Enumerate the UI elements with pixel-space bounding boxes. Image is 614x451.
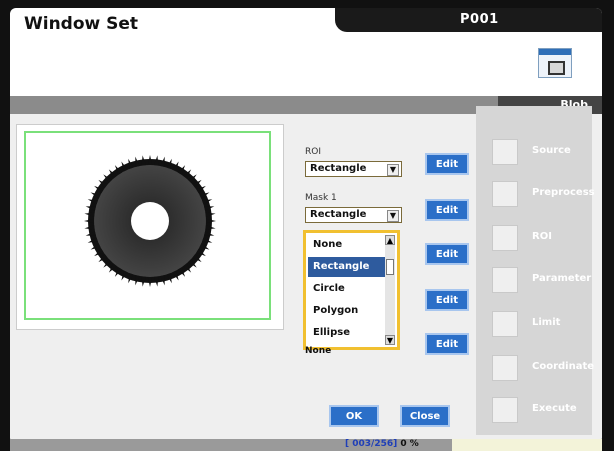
status-counter: [ 003/256] xyxy=(345,439,398,449)
mask4-edit-button[interactable]: Edit xyxy=(425,333,469,355)
close-button[interactable]: Close xyxy=(400,405,450,427)
sidebar-item-label: Parameter xyxy=(532,273,592,284)
chevron-down-icon: ▼ xyxy=(387,164,399,176)
mask-shape-dropdown[interactable]: None Rectangle Circle Polygon Ellipse ▲ … xyxy=(303,230,400,350)
status-percent: 0 % xyxy=(400,439,419,449)
sidebar-item-label: Coordinate xyxy=(532,361,595,372)
roi-shape-value: Rectangle xyxy=(310,163,367,174)
roi-edit-button[interactable]: Edit xyxy=(425,153,469,175)
ok-button[interactable]: OK xyxy=(329,405,379,427)
parameter-icon xyxy=(492,267,518,293)
mask2-edit-button[interactable]: Edit xyxy=(425,243,469,265)
window-icon xyxy=(548,61,565,75)
mask3-edit-button[interactable]: Edit xyxy=(425,289,469,311)
sidebar-item-label: ROI xyxy=(532,231,552,242)
preprocess-icon xyxy=(492,181,518,207)
dropdown-option-none[interactable]: None xyxy=(308,235,388,255)
dropdown-option-ellipse[interactable]: Ellipse xyxy=(308,323,388,343)
scroll-up-icon[interactable]: ▲ xyxy=(385,235,395,245)
execute-icon xyxy=(492,397,518,423)
scroll-thumb[interactable] xyxy=(386,259,394,275)
window-icon-titlebar xyxy=(539,49,571,55)
mask1-shape-value: Rectangle xyxy=(310,209,367,220)
dropdown-option-rectangle[interactable]: Rectangle xyxy=(308,257,388,277)
program-id: P001 xyxy=(460,12,499,27)
window-icon-button[interactable] xyxy=(538,48,572,78)
sidebar-item-parameter[interactable]: Parameter xyxy=(486,262,602,302)
sidebar-item-coordinate[interactable]: Coordinate xyxy=(486,350,602,390)
scroll-down-icon[interactable]: ▼ xyxy=(385,335,395,345)
partially-hidden-combo: None xyxy=(305,346,332,356)
status-counter-line: [ 003/256] 0 % xyxy=(345,439,419,449)
dropdown-scrollbar[interactable]: ▲ ▼ xyxy=(385,235,395,345)
mask1-edit-button[interactable]: Edit xyxy=(425,199,469,221)
sidebar-item-label: Source xyxy=(532,145,571,156)
roi-icon xyxy=(492,225,518,251)
limit-icon xyxy=(492,311,518,337)
sidebar-item-source[interactable]: Source xyxy=(486,134,602,174)
gear-image xyxy=(84,155,216,287)
dropdown-option-polygon[interactable]: Polygon xyxy=(308,301,388,321)
sidebar-item-preprocess[interactable]: Preprocess xyxy=(486,176,602,216)
roi-shape-select[interactable]: Rectangle ▼ xyxy=(305,161,402,177)
sidebar-item-label: Preprocess xyxy=(532,187,595,198)
mask1-label: Mask 1 xyxy=(305,193,337,203)
sidebar-item-label: Execute xyxy=(532,403,577,414)
sidebar-item-execute[interactable]: Execute xyxy=(486,392,602,432)
sidebar-item-roi[interactable]: ROI xyxy=(486,220,602,260)
sidebar-item-label: Limit xyxy=(532,317,561,328)
dropdown-option-circle[interactable]: Circle xyxy=(308,279,388,299)
chevron-down-icon: ▼ xyxy=(387,210,399,222)
mask1-shape-select[interactable]: Rectangle ▼ xyxy=(305,207,402,223)
status-message-box xyxy=(452,439,602,451)
coordinate-icon xyxy=(492,355,518,381)
sidebar-item-limit[interactable]: Limit xyxy=(486,306,602,346)
source-icon xyxy=(492,139,518,165)
roi-label: ROI xyxy=(305,147,321,157)
window-title: Window Set xyxy=(24,14,139,34)
